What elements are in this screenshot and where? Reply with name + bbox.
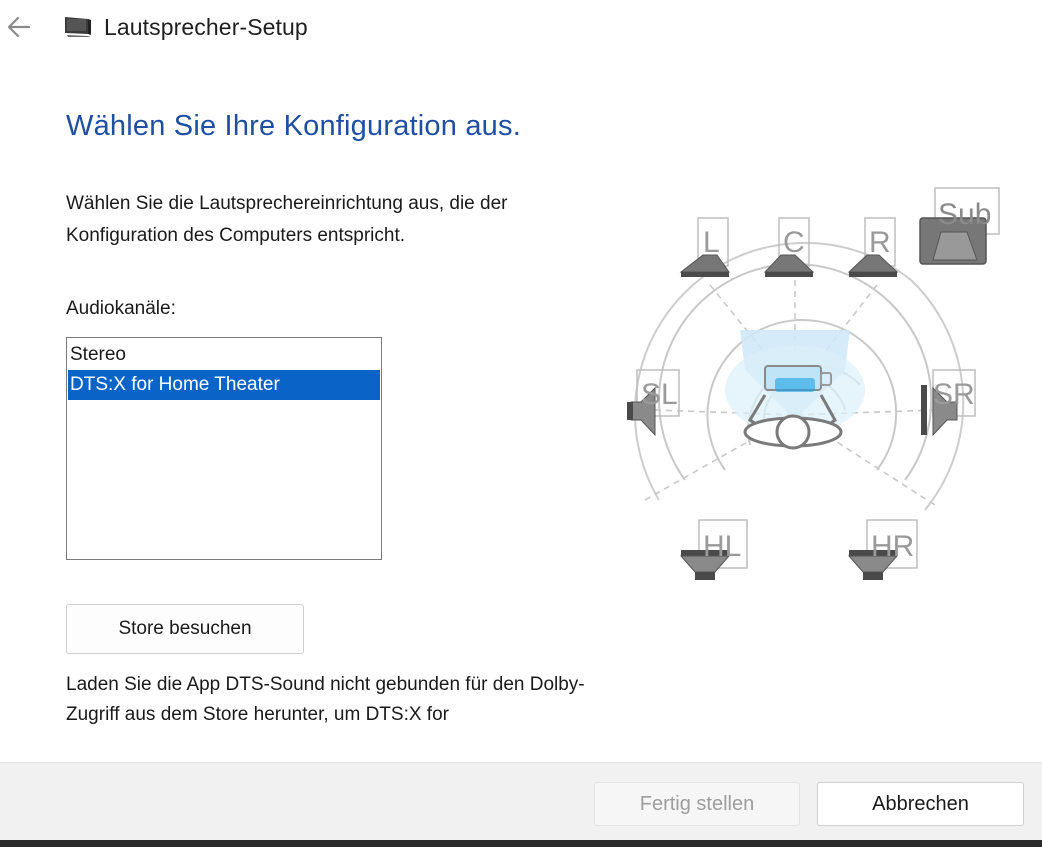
- svg-text:R: R: [869, 226, 891, 259]
- speaker-subwoofer: Sub: [919, 187, 1000, 265]
- window-title: Lautsprecher-Setup: [104, 14, 308, 40]
- svg-text:HL: HL: [703, 530, 741, 563]
- svg-text:Sub: Sub: [938, 198, 991, 231]
- monitor-speaker-icon: [64, 13, 92, 41]
- audio-channels-listbox[interactable]: Stereo DTS:X for Home Theater: [66, 337, 382, 560]
- svg-text:SR: SR: [933, 378, 975, 411]
- page-heading: Wählen Sie Ihre Konfiguration aus.: [66, 110, 521, 142]
- svg-text:SL: SL: [641, 378, 678, 411]
- channel-item-stereo[interactable]: Stereo: [68, 340, 380, 370]
- svg-text:HR: HR: [871, 530, 914, 563]
- cancel-button[interactable]: Abbrechen: [817, 782, 1024, 826]
- audio-channels-label: Audiokanäle:: [66, 298, 176, 319]
- speaker-layout-diagram: L C R Sub SL SR HL HR: [615, 180, 1035, 590]
- taskbar-edge: [0, 840, 1042, 847]
- title-bar: Lautsprecher-Setup: [0, 0, 1042, 56]
- finish-button[interactable]: Fertig stellen: [594, 782, 800, 826]
- speaker-setup-window: Lautsprecher-Setup Wählen Sie Ihre Konfi…: [0, 0, 1042, 847]
- arrow-left-icon: [7, 16, 31, 38]
- svg-text:C: C: [783, 226, 805, 259]
- store-info-text: Laden Sie die App DTS-Sound nicht gebund…: [66, 674, 585, 725]
- page-description: Wählen Sie die Lautsprechereinrichtung a…: [66, 193, 508, 246]
- speaker-height-right: HR: [847, 519, 918, 580]
- speaker-front-left: L: [679, 217, 730, 277]
- speaker-front-right: R: [847, 217, 899, 277]
- svg-text:L: L: [703, 226, 720, 259]
- dialog-footer: Fertig stellen Abbrechen: [0, 762, 1042, 847]
- visit-store-button[interactable]: Store besuchen: [66, 604, 304, 654]
- speaker-height-left: HL: [679, 519, 748, 580]
- back-button[interactable]: [2, 10, 36, 44]
- channel-item-dtsx[interactable]: DTS:X for Home Theater: [68, 370, 380, 400]
- speaker-center: C: [763, 217, 815, 277]
